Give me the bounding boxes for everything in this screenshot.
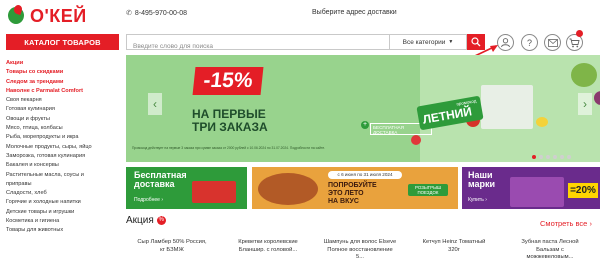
sidebar-item[interactable]: Бакалея и консервы	[6, 161, 120, 170]
phone-number[interactable]: ✆ 8-495-970-00-08	[126, 9, 188, 18]
sidebar-item[interactable]: Следом за трендами	[6, 78, 120, 87]
food-image	[258, 173, 318, 205]
summer-taste-banner[interactable]: с 6 июня по 31 июля 2024 ПОПРОБУЙТЕ ЭТО …	[252, 167, 458, 209]
sidebar-item[interactable]: Детские товары и игрушки	[6, 208, 120, 217]
logo-mark-icon	[6, 3, 28, 25]
own-brands-title: Наши марки	[468, 171, 495, 189]
pagination-dot[interactable]	[567, 155, 571, 159]
product-name-line1: Кетчуп Heinz Томатный	[422, 239, 486, 245]
discount-20-badge: =20%	[568, 183, 598, 198]
sidebar-item[interactable]: приправы	[6, 180, 120, 189]
lemon-image	[536, 117, 548, 127]
sidebar-item[interactable]: Молочные продукты, сыры, яйцо	[6, 143, 120, 152]
free-delivery-title-line2: доставка	[134, 179, 175, 189]
free-delivery-title: Бесплатная доставка	[134, 171, 187, 189]
pagination-dot[interactable]	[546, 155, 550, 159]
banner-title-line2: ТРИ ЗАКАЗА	[192, 120, 268, 134]
pagination-dot[interactable]	[539, 155, 543, 159]
help-icon: ?	[526, 37, 532, 48]
banner-fine-print: Промокод действует на первые 3 заказа пр…	[132, 146, 326, 150]
free-delivery-more-link[interactable]: Подробнее ›	[134, 197, 163, 203]
own-brands-title-line2: марки	[468, 179, 496, 189]
melon-image	[571, 63, 597, 87]
sidebar-item[interactable]: Заморозка, готовая кулинария	[6, 152, 120, 161]
sidebar-item[interactable]: Овощи и фрукты	[6, 115, 120, 124]
phone-icon: ✆	[126, 10, 132, 17]
product-card[interactable]: Шампунь для волос Elseve Полное восстано…	[314, 239, 406, 272]
sidebar-item[interactable]: Мясо, птица, колбасы	[6, 124, 120, 133]
mail-icon	[547, 38, 558, 47]
pagination-dot[interactable]	[532, 155, 536, 159]
product-name-line1: Креветки королевские	[238, 239, 298, 245]
discount-badge: -15%	[192, 67, 264, 95]
free-delivery-banner[interactable]: Бесплатная доставка Подробнее ›	[126, 167, 247, 209]
product-name-line2: кг БЗМЖ	[160, 246, 184, 253]
chevron-right-icon: ›	[583, 97, 587, 111]
product-name-line2: Полное восстановление	[327, 246, 393, 253]
grocery-bag-image	[481, 85, 533, 129]
sidebar-item[interactable]: Сладости, хлеб	[6, 189, 120, 198]
percent-icon: %	[156, 216, 166, 225]
summer-taste-dates: с 6 июня по 31 июля 2024	[328, 171, 402, 179]
product-name-line3: можжевеловым...	[526, 254, 574, 260]
product-name-line2: 320г	[448, 246, 460, 253]
okey-logo[interactable]: О'КЕЙ	[6, 3, 87, 28]
sidebar-item[interactable]: Акции	[6, 59, 120, 68]
section-title-promo: Акция %	[126, 215, 166, 226]
own-brands-banner[interactable]: Наши марки Купить › =20%	[462, 167, 600, 209]
banner-pagination	[532, 155, 571, 159]
raffle-badge: РОЗЫГРЫШ ПОЕЗДОК	[408, 184, 448, 196]
pagination-dot[interactable]	[553, 155, 557, 159]
summer-taste-title: ПОПРОБУЙТЕ ЭТО ЛЕТО НА ВКУС	[328, 182, 377, 206]
summer-taste-title-line3: НА ВКУС	[328, 198, 359, 205]
product-card[interactable]: Креветки королевские Бланшир. с головой.…	[222, 239, 314, 272]
sidebar-item[interactable]: Наволне с Parmalat Comfort	[6, 87, 120, 96]
plus-icon: +	[361, 121, 369, 129]
category-sidebar: Акции Товары со скидками Следом за трендам…	[6, 59, 120, 236]
banner-next-arrow[interactable]: ›	[578, 93, 592, 115]
sidebar-item[interactable]: Товары со скидками	[6, 68, 120, 77]
product-name-line1: Сыр Ламбер 50% Россия,	[137, 239, 207, 245]
chevron-left-icon: ‹	[153, 97, 157, 111]
sidebar-item[interactable]: Товары для животных	[6, 226, 120, 235]
banner-prev-arrow[interactable]: ‹	[148, 93, 162, 115]
catalog-button[interactable]: КАТАЛОГ ТОВАРОВ	[6, 34, 119, 50]
summer-taste-title-line2: ЭТО ЛЕТО	[328, 190, 364, 197]
cart-icon	[569, 38, 580, 47]
main-promo-banner[interactable]: -15% НА ПЕРВЫЕ ТРИ ЗАКАЗА + БЕСПЛАТНАЯ Д…	[126, 55, 600, 162]
phone-text: 8-495-970-00-08	[134, 9, 188, 17]
cart-count-badge	[576, 30, 583, 37]
banner-title: НА ПЕРВЫЕ ТРИ ЗАКАЗА	[192, 108, 268, 134]
logo-text: О'КЕЙ	[30, 5, 87, 26]
section-title-text: Акция	[126, 215, 154, 226]
sidebar-item[interactable]: Своя пекарня	[6, 96, 120, 105]
product-name-line3: 5...	[355, 254, 365, 260]
search-input[interactable]	[127, 39, 389, 54]
sidebar-item[interactable]: Горячие и холодные напитки	[6, 198, 120, 207]
own-brands-buy-link[interactable]: Купить ›	[468, 197, 487, 203]
summer-taste-title-line1: ПОПРОБУЙТЕ	[328, 182, 377, 189]
messages-button[interactable]	[544, 34, 561, 51]
sidebar-item[interactable]: Косметика и гигиена	[6, 217, 120, 226]
delivery-truck-image	[192, 181, 236, 203]
product-name-line1: Зубная паста Лесной	[521, 239, 579, 245]
strawberry-image	[411, 135, 421, 145]
product-card[interactable]: Зубная паста Лесной Бальзам с можжевелов…	[502, 239, 598, 272]
product-name-line2: Бланшир. с головой...	[238, 246, 298, 253]
sidebar-item[interactable]: Растительные масла, соусы и	[6, 171, 120, 180]
product-name-line1: Шампунь для волос Elseve	[323, 239, 397, 245]
sidebar-item[interactable]: Готовая кулинария	[6, 105, 120, 114]
pagination-dot[interactable]	[560, 155, 564, 159]
help-button[interactable]: ?	[521, 34, 538, 51]
product-card[interactable]: Сыр Ламбер 50% Россия, кг БЗМЖ	[126, 239, 218, 272]
products-image	[510, 177, 564, 207]
product-card[interactable]: Кетчуп Heinz Томатный 320г	[408, 239, 500, 272]
sidebar-item[interactable]: Рыба, морепродукты и икра	[6, 133, 120, 142]
see-all-link[interactable]: Смотреть все ›	[540, 219, 592, 228]
product-name-line2: Бальзам с	[536, 246, 564, 253]
delivery-address-link[interactable]: Выберите адрес доставки	[312, 9, 397, 16]
search-box	[126, 34, 389, 54]
